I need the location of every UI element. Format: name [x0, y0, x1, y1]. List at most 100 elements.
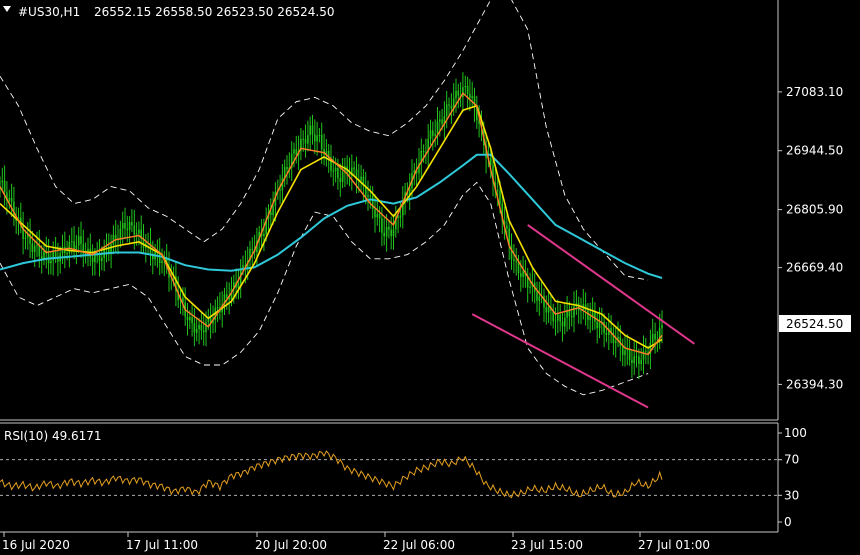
candle-body [286, 167, 288, 170]
candle-body [10, 197, 13, 202]
candle-body [573, 306, 575, 318]
time-tick-label: 20 Jul 20:00 [255, 538, 327, 552]
candle-body [538, 296, 541, 301]
candle-body [0, 182, 1, 184]
candle-body [367, 195, 369, 197]
candle-body [202, 330, 205, 333]
candle-body [515, 260, 517, 262]
candle-body [376, 213, 379, 218]
rsi-label: RSI(10) 49.6171 [4, 429, 102, 443]
candle-body [633, 356, 635, 364]
candle-body [353, 167, 355, 170]
candle-body [457, 90, 460, 96]
candle-body [369, 195, 372, 197]
candle-body [392, 229, 395, 237]
candle-body [200, 325, 203, 331]
candle-body [302, 138, 304, 140]
candle-body [464, 86, 467, 88]
candle-body [450, 105, 453, 109]
candle-body [469, 93, 471, 98]
candle-body [226, 294, 228, 298]
candle-body [307, 135, 309, 144]
candle-body [605, 332, 608, 335]
time-tick-label: 17 Jul 11:00 [126, 538, 198, 552]
candle-body [80, 236, 82, 244]
candle-body [50, 260, 52, 264]
candle-body [466, 86, 469, 94]
candle-body [654, 333, 656, 340]
candle-body [195, 329, 198, 333]
candle-body [557, 314, 559, 321]
candle-body [270, 212, 272, 215]
candle-body [434, 133, 436, 136]
candle-body [339, 178, 342, 182]
candle-body [101, 257, 103, 262]
candle-body [54, 251, 57, 257]
price-tick-label: 26669.40 [786, 261, 843, 275]
candle-body [304, 138, 307, 144]
candle-body [251, 248, 254, 251]
candle-body [337, 168, 339, 179]
rsi-tick-label: 70 [784, 453, 799, 467]
candle-body [98, 254, 101, 262]
candle-body [499, 191, 501, 204]
candle-body [124, 223, 126, 229]
candle-body [186, 316, 189, 321]
candle-body [388, 226, 390, 230]
candle-body [87, 248, 89, 251]
candle-body [587, 310, 589, 320]
candle-body [559, 314, 561, 322]
candle-body [661, 325, 663, 328]
candle-body [385, 226, 388, 237]
candle-body [624, 350, 626, 355]
candle-body [77, 236, 80, 246]
candle-body [635, 356, 638, 358]
candle-body [293, 149, 295, 154]
candle-body [429, 130, 432, 139]
candle-body [237, 283, 240, 288]
time-tick-label: 16 Jul 2020 [2, 538, 70, 552]
price-chart[interactable]: 27083.10 26944.50 26805.90 26669.40 26394.30… [0, 0, 860, 555]
candle-body [568, 310, 571, 317]
candle-body [448, 104, 450, 106]
candle-body [614, 340, 617, 344]
candle-body [110, 244, 112, 253]
candle-body [309, 125, 311, 136]
candle-body [332, 170, 335, 172]
candle-body [24, 237, 27, 239]
candle-body [112, 234, 115, 245]
candle-body [131, 222, 133, 226]
candle-body [31, 243, 34, 252]
candle-body [596, 321, 598, 329]
candle-body [191, 317, 193, 324]
candle-body [577, 303, 580, 311]
candle-body [522, 271, 524, 277]
candle-body [589, 316, 591, 320]
rsi-tick-label: 30 [784, 488, 799, 502]
chart-header: #US30,H1 26552.15 26558.50 26523.50 2652… [3, 5, 334, 19]
candle-body [383, 232, 385, 237]
candle-body [455, 90, 457, 99]
candle-body [272, 206, 274, 215]
candle-body [390, 229, 392, 237]
candle-body [520, 273, 522, 277]
candle-body [642, 350, 645, 360]
current-price-tag: 26524.50 [779, 315, 851, 332]
candle-body [462, 87, 464, 98]
candle-body [66, 253, 68, 255]
candle-body [496, 190, 499, 192]
current-price-label: 26524.50 [786, 317, 843, 331]
candle-body [570, 316, 573, 318]
candle-body [126, 228, 129, 230]
price-tick-label: 26805.90 [786, 203, 843, 217]
candle-body [161, 261, 163, 263]
candle-body [135, 233, 138, 235]
candle-body [73, 241, 75, 249]
ohlc-label: 26552.15 26558.50 26523.50 26524.50 [94, 5, 334, 19]
candle-body [314, 134, 316, 142]
candle-body [536, 291, 538, 301]
candle-body [43, 251, 45, 259]
time-tick-label: 27 Jul 01:00 [638, 538, 710, 552]
candle-body [205, 321, 207, 333]
candle-body [133, 225, 136, 235]
